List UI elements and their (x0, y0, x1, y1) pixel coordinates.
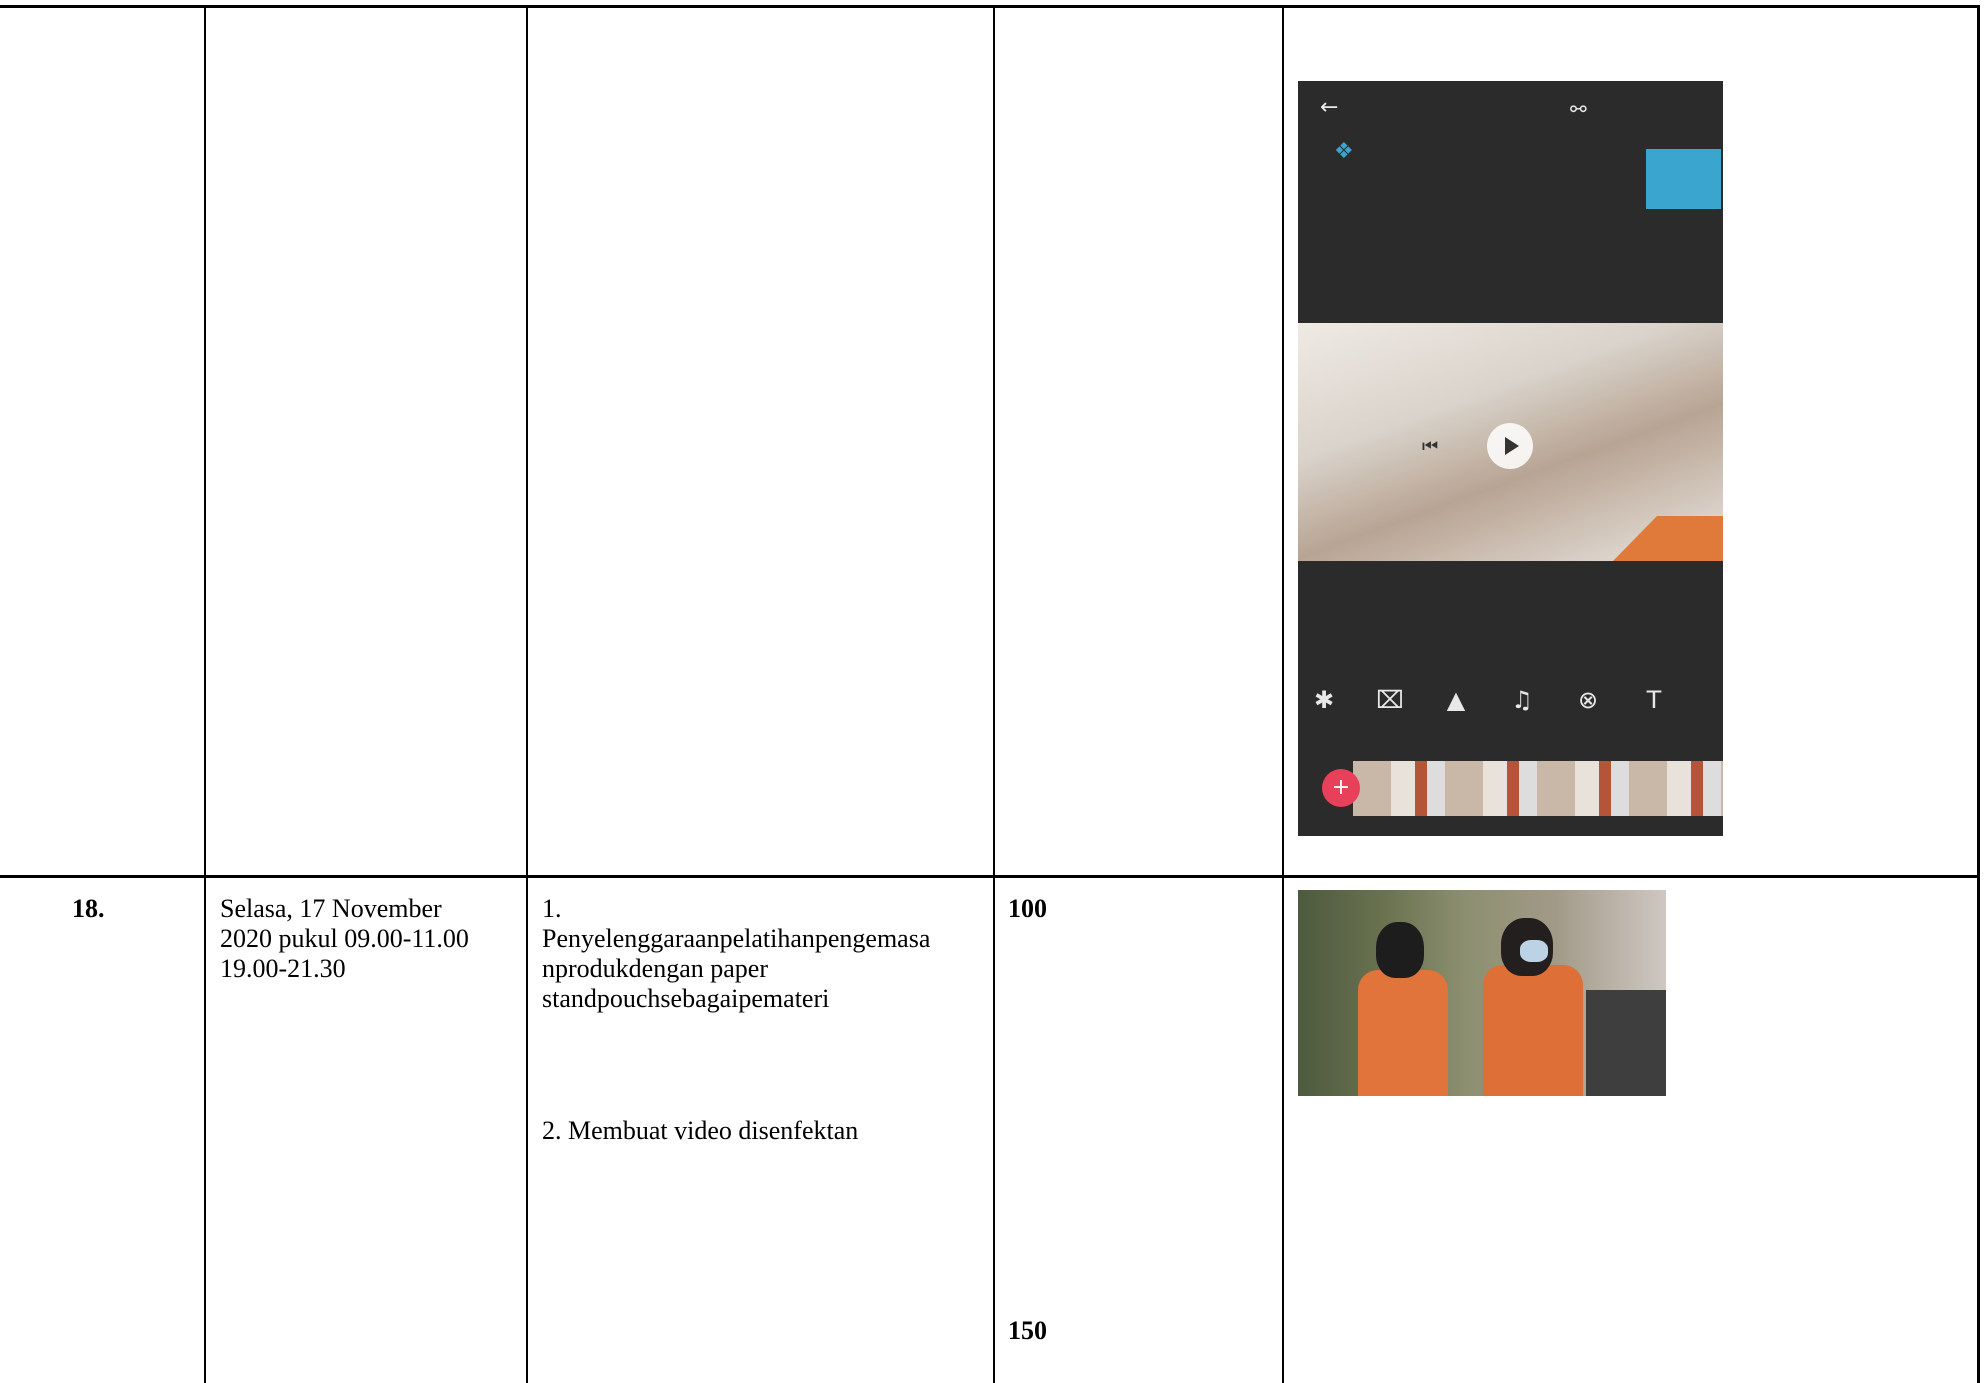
column-divider-1 (204, 5, 206, 1383)
date-line-2: 2020 pukul 09.00-11.00 (220, 924, 469, 953)
activity-2: 2. Membuat video disenfektan (542, 1116, 859, 1145)
video-preview: ⏮ (1298, 323, 1723, 561)
preview-orange-area (1613, 516, 1723, 561)
crop-icon: ⌧ (1376, 686, 1404, 714)
effects-icon: ✱ (1313, 686, 1335, 714)
table-border-right (1977, 5, 1980, 1383)
row-date: Selasa, 17 November 2020 pukul 09.00-11.… (220, 894, 469, 984)
timeline-strip (1353, 761, 1723, 816)
table-border-middle (0, 875, 1980, 878)
arrow-left-icon: ← (1320, 95, 1339, 120)
plus-icon: + (1322, 769, 1360, 807)
table-border-top (0, 5, 1980, 8)
photo-background-object (1586, 990, 1666, 1096)
person-right (1483, 965, 1583, 1096)
music-icon: ♫ (1511, 686, 1533, 714)
skip-back-icon: ⏮ (1422, 436, 1439, 457)
speed-icon: ⊗ (1577, 686, 1599, 714)
face-mask (1520, 940, 1548, 962)
person-left (1358, 970, 1448, 1096)
play-icon (1487, 423, 1533, 469)
video-editor-screenshot: ← ⚯ ❖ ⏮ ✱ ⌧ ▲ ♫ ⊗ T + (1298, 81, 1723, 836)
hours-2: 150 (1008, 1316, 1047, 1345)
row-number: 18. (72, 894, 105, 923)
export-icon: ⚯ (1570, 97, 1587, 121)
date-line-1: Selasa, 17 November (220, 894, 442, 923)
activity-1-line-3: nprodukdengan paper (542, 954, 768, 983)
filter-icon: ▲ (1446, 686, 1466, 714)
column-divider-2 (526, 5, 528, 1383)
activity-1: 1. Penyelenggaraanpelatihanpengemasa npr… (542, 894, 930, 1014)
column-divider-4 (1282, 5, 1284, 1383)
activity-1-line-1: 1. (542, 894, 562, 923)
training-photo (1298, 890, 1666, 1096)
activity-1-line-4: standpouchsebagaipemateri (542, 984, 830, 1013)
column-divider-3 (993, 5, 995, 1383)
editor-toolbar: ✱ ⌧ ▲ ♫ ⊗ T (1310, 686, 1723, 714)
project-icon: ❖ (1334, 139, 1354, 164)
activity-1-line-2: Penyelenggaraanpelatihanpengemasa (542, 924, 931, 953)
person-left-head (1376, 922, 1424, 978)
project-thumbnail (1646, 149, 1721, 209)
date-line-3: 19.00-21.30 (220, 954, 346, 983)
hours-1: 100 (1008, 894, 1047, 923)
text-icon: T (1646, 686, 1662, 714)
